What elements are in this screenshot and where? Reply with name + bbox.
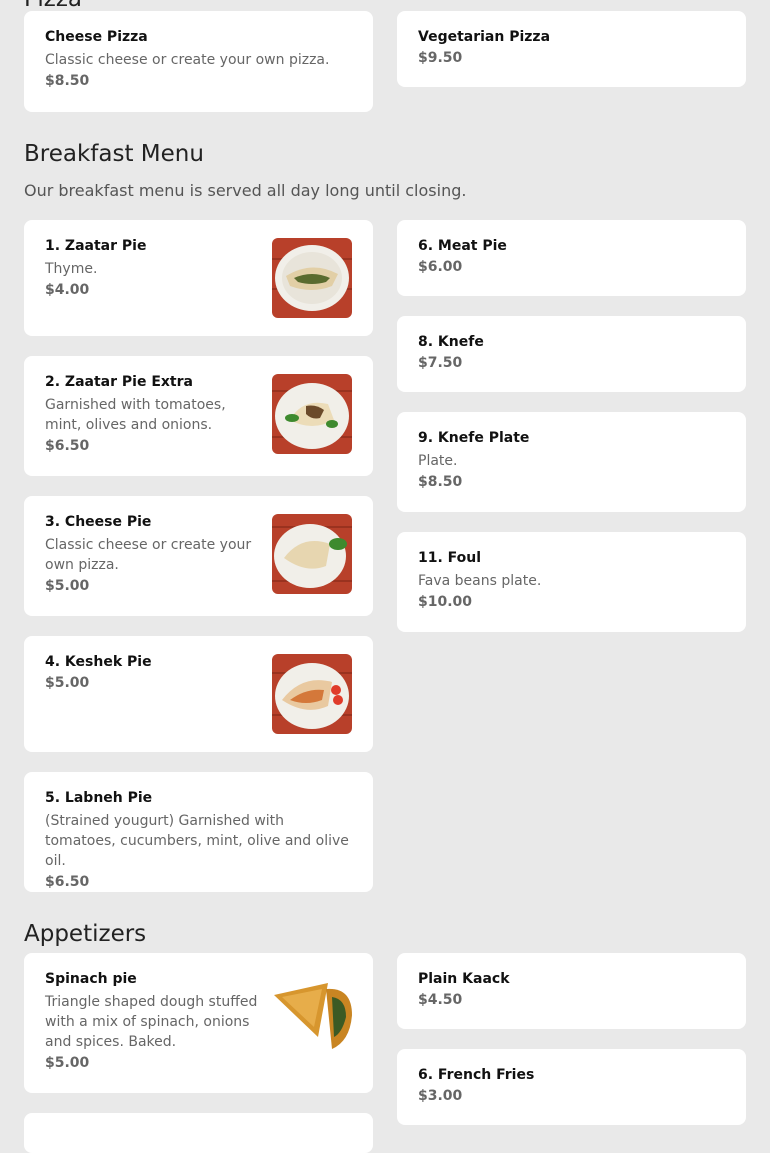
item-description: Plate. bbox=[418, 453, 458, 469]
item-price: $5.00 bbox=[45, 1055, 90, 1071]
item-price: $9.50 bbox=[418, 50, 463, 66]
menu-item-cheese-pizza[interactable]: Cheese Pizza Classic cheese or create yo… bbox=[24, 11, 373, 112]
menu-item-knefe-plate[interactable]: 9. Knefe Plate Plate. $8.50 bbox=[397, 412, 746, 512]
item-name: 4. Keshek Pie bbox=[45, 654, 152, 670]
item-name: 2. Zaatar Pie Extra bbox=[45, 374, 193, 390]
item-description: Fava beans plate. bbox=[418, 573, 542, 589]
item-description: Classic cheese or create your own pizza. bbox=[45, 537, 252, 573]
spinach-pie-photo bbox=[272, 975, 352, 1055]
item-name: 1. Zaatar Pie bbox=[45, 238, 147, 254]
section-title-appetizers: Appetizers bbox=[24, 921, 147, 947]
item-price: $10.00 bbox=[418, 594, 473, 610]
item-name: 5. Labneh Pie bbox=[45, 790, 153, 806]
item-description: (Strained yougurt) Garnished with tomato… bbox=[45, 813, 349, 869]
item-name: 9. Knefe Plate bbox=[418, 430, 530, 446]
item-description: Garnished with tomatoes, mint, olives an… bbox=[45, 397, 226, 433]
menu-item-labneh-pie[interactable]: 5. Labneh Pie (Strained yougurt) Garnish… bbox=[24, 772, 373, 892]
zaatar-pie-extra-photo bbox=[272, 374, 352, 454]
menu-item-plain-kaack[interactable]: Plain Kaack $4.50 bbox=[397, 953, 746, 1029]
menu-item-zaatar-pie-extra[interactable]: 2. Zaatar Pie Extra Garnished with tomat… bbox=[24, 356, 373, 476]
item-price: $5.00 bbox=[45, 578, 90, 594]
menu-item-vegetarian-pizza[interactable]: Vegetarian Pizza $9.50 bbox=[397, 11, 746, 87]
item-name: Spinach pie bbox=[45, 971, 137, 987]
menu-item-knefe[interactable]: 8. Knefe $7.50 bbox=[397, 316, 746, 392]
item-description: Classic cheese or create your own pizza. bbox=[45, 52, 330, 68]
item-price: $4.50 bbox=[418, 992, 463, 1008]
keshek-pie-photo bbox=[272, 654, 352, 734]
item-price: $6.50 bbox=[45, 438, 90, 454]
item-description: Thyme. bbox=[45, 261, 98, 277]
zaatar-pie-photo bbox=[272, 238, 352, 318]
section-subtitle-breakfast: Our breakfast menu is served all day lon… bbox=[24, 181, 467, 200]
item-price: $6.00 bbox=[418, 259, 463, 275]
menu-item-zaatar-pie[interactable]: 1. Zaatar Pie Thyme. $4.00 bbox=[24, 220, 373, 336]
item-price: $3.00 bbox=[418, 1088, 463, 1104]
item-name: 11. Foul bbox=[418, 550, 482, 566]
item-name: 3. Cheese Pie bbox=[45, 514, 152, 530]
menu-item-spinach-pie[interactable]: Spinach pie Triangle shaped dough stuffe… bbox=[24, 953, 373, 1093]
item-price: $5.00 bbox=[45, 675, 90, 691]
item-price: $7.50 bbox=[418, 355, 463, 371]
item-price: $4.00 bbox=[45, 282, 90, 298]
menu-item-french-fries[interactable]: 6. French Fries $3.00 bbox=[397, 1049, 746, 1125]
item-name: 6. Meat Pie bbox=[418, 238, 507, 254]
cheese-pie-photo bbox=[272, 514, 352, 594]
item-price: $8.50 bbox=[45, 73, 90, 89]
item-price: $8.50 bbox=[418, 474, 463, 490]
menu-item-meat-pie[interactable]: 6. Meat Pie $6.00 bbox=[397, 220, 746, 296]
item-name: Cheese Pizza bbox=[45, 29, 148, 45]
item-name: Vegetarian Pizza bbox=[418, 29, 551, 45]
item-name: 6. French Fries bbox=[418, 1067, 535, 1083]
menu-item-foul[interactable]: 11. Foul Fava beans plate. $10.00 bbox=[397, 532, 746, 632]
menu-item-keshek-pie[interactable]: 4. Keshek Pie $5.00 bbox=[24, 636, 373, 752]
item-name: Plain Kaack bbox=[418, 971, 510, 987]
item-name: 8. Knefe bbox=[418, 334, 484, 350]
menu-item-partial[interactable] bbox=[24, 1113, 373, 1153]
menu-item-cheese-pie[interactable]: 3. Cheese Pie Classic cheese or create y… bbox=[24, 496, 373, 616]
item-description: Triangle shaped dough stuffed with a mix… bbox=[45, 994, 258, 1050]
section-title-breakfast: Breakfast Menu bbox=[24, 141, 204, 167]
item-price: $6.50 bbox=[45, 874, 90, 890]
